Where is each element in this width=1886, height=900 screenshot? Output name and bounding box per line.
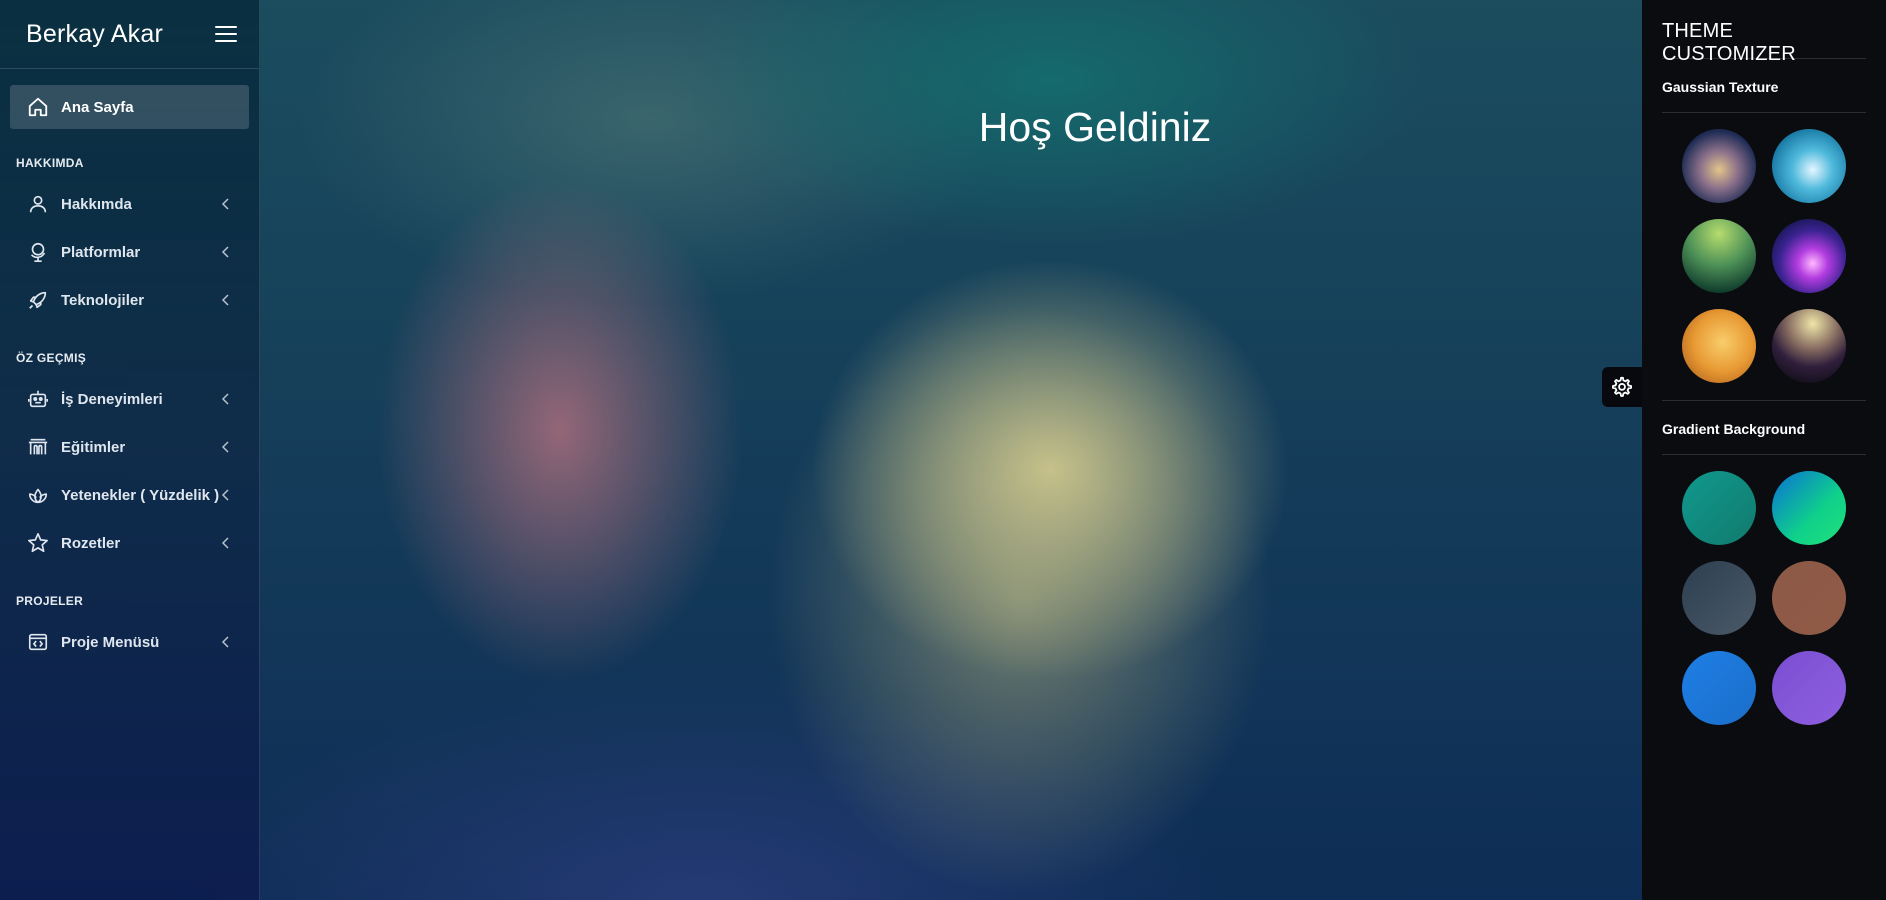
gaussian-swatch-6[interactable] — [1772, 309, 1846, 383]
gaussian-swatch-2[interactable] — [1772, 129, 1846, 203]
chevron-left-icon — [221, 246, 229, 258]
brand-name[interactable]: Berkay Akar — [26, 20, 163, 49]
gaussian-texture-swatches — [1662, 113, 1866, 400]
sidebar-item-platformlar[interactable]: Platformlar — [0, 228, 259, 276]
theme-customizer-panel: THEME CUSTOMIZER Gaussian Texture Gradie… — [1642, 0, 1886, 900]
chevron-left-icon — [221, 636, 229, 648]
lotus-icon — [27, 484, 49, 506]
code-window-icon — [27, 631, 49, 653]
rocket-icon — [27, 289, 49, 311]
gradient-swatch-3[interactable] — [1682, 561, 1756, 635]
sidebar-brand: Berkay Akar — [0, 0, 259, 69]
section-header-oz-gecmis: ÖZ GEÇMIŞ — [16, 351, 87, 365]
chevron-left-icon — [221, 294, 229, 306]
gaussian-texture-header: Gaussian Texture — [1662, 59, 1866, 113]
sidebar-item-egitimler[interactable]: Eğitimler — [0, 423, 259, 471]
sidebar-item-is-deneyimleri[interactable]: İş Deneyimleri — [0, 375, 259, 423]
sidebar-item-label: Proje Menüsü — [61, 633, 160, 651]
gradient-background-swatches — [1662, 455, 1866, 742]
gaussian-swatch-1[interactable] — [1682, 129, 1756, 203]
gaussian-swatch-5[interactable] — [1682, 309, 1756, 383]
building-icon — [27, 436, 49, 458]
user-icon — [27, 193, 49, 215]
home-icon — [27, 96, 49, 118]
section-header-projeler: PROJELER — [16, 594, 84, 608]
sidebar-item-label: Hakkımda — [61, 195, 132, 213]
sidebar-item-proje-menusu[interactable]: Proje Menüsü — [0, 618, 259, 666]
sidebar-nav: Ana Sayfa HAKKIMDA Hakkımda Platformlar … — [0, 69, 259, 666]
section-header-hakkimda: HAKKIMDA — [16, 156, 84, 170]
chevron-left-icon — [221, 198, 229, 210]
sidebar-item-hakkimda[interactable]: Hakkımda — [0, 180, 259, 228]
sidebar-item-label: Yetenekler ( Yüzdelik ) — [61, 486, 220, 504]
sidebar-item-ana-sayfa[interactable]: Ana Sayfa — [10, 85, 249, 129]
gaussian-swatch-4[interactable] — [1772, 219, 1846, 293]
sidebar-item-label: Eğitimler — [61, 438, 126, 456]
gear-icon — [1612, 376, 1632, 397]
gradient-swatch-4[interactable] — [1772, 561, 1846, 635]
hamburger-menu-icon[interactable] — [215, 26, 237, 42]
chevron-left-icon — [221, 393, 229, 405]
star-icon — [27, 532, 49, 554]
gradient-swatch-1[interactable] — [1682, 471, 1756, 545]
sidebar-item-rozetler[interactable]: Rozetler — [0, 519, 259, 567]
chevron-left-icon — [221, 441, 229, 453]
sidebar-item-label: İş Deneyimleri — [61, 390, 163, 408]
chevron-left-icon — [221, 489, 229, 501]
gradient-swatch-2[interactable] — [1772, 471, 1846, 545]
gaussian-swatch-3[interactable] — [1682, 219, 1756, 293]
customizer-title: THEME CUSTOMIZER — [1662, 0, 1866, 65]
sidebar-item-label: Ana Sayfa — [61, 98, 134, 116]
chevron-left-icon — [221, 537, 229, 549]
theme-customizer-toggle-button[interactable] — [1602, 367, 1642, 407]
page-title: Hoş Geldiniz — [978, 104, 1212, 150]
gradient-swatch-6[interactable] — [1772, 651, 1846, 725]
globe-icon — [27, 241, 49, 263]
sidebar-item-label: Platformlar — [61, 243, 141, 261]
sidebar-item-teknolojiler[interactable]: Teknolojiler — [0, 276, 259, 324]
gradient-background-header: Gradient Background — [1662, 400, 1866, 455]
sidebar-item-label: Rozetler — [61, 534, 121, 552]
sidebar: Berkay Akar Ana Sayfa HAKKIMDA Hakkımda … — [0, 0, 260, 900]
robot-icon — [27, 388, 49, 410]
gradient-swatch-5[interactable] — [1682, 651, 1756, 725]
sidebar-item-yetenekler[interactable]: Yetenekler ( Yüzdelik ) — [0, 471, 259, 519]
sidebar-item-label: Teknolojiler — [61, 291, 145, 309]
